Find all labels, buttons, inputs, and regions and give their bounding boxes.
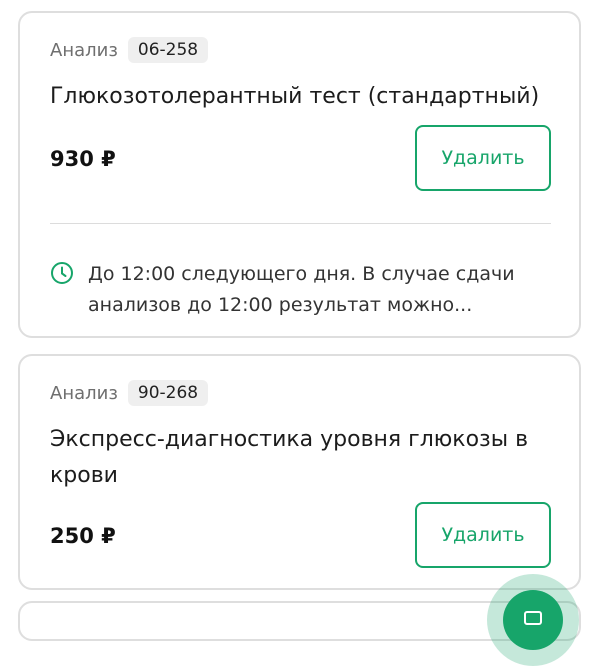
analysis-kind-label: Анализ bbox=[50, 39, 118, 61]
chat-icon bbox=[524, 611, 542, 625]
analysis-code-badge: 06-258 bbox=[127, 37, 209, 63]
analysis-title: Экспресс-диагностика уровня глюкозы в кр… bbox=[50, 427, 529, 488]
analysis-code-badge: 90-268 bbox=[127, 380, 209, 406]
result-time-text: До 12:00 следующего дня. В случае сдачи … bbox=[88, 263, 515, 316]
analysis-title: Глюкозотолерантный тест (стандартный) bbox=[50, 84, 540, 109]
divider bbox=[50, 223, 551, 224]
clock-icon bbox=[51, 262, 73, 284]
analysis-price: 250 ₽ bbox=[50, 524, 116, 548]
chat-fab-inner[interactable] bbox=[503, 590, 563, 650]
delete-button[interactable]: Удалить bbox=[415, 502, 551, 568]
result-time-info: До 12:00 следующего дня. В случае сдачи … bbox=[50, 259, 550, 321]
chat-fab[interactable] bbox=[487, 574, 579, 666]
analysis-card: Анализ 06-258 Глюкозотолерантный тест (с… bbox=[18, 11, 581, 338]
delete-button[interactable]: Удалить bbox=[415, 125, 551, 191]
analysis-meta: Анализ 06-258 bbox=[50, 37, 209, 63]
analysis-price: 930 ₽ bbox=[50, 147, 116, 171]
analysis-meta: Анализ 90-268 bbox=[50, 380, 209, 406]
analysis-card: Анализ 90-268 Экспресс-диагностика уровн… bbox=[18, 354, 581, 590]
analysis-kind-label: Анализ bbox=[50, 382, 118, 404]
